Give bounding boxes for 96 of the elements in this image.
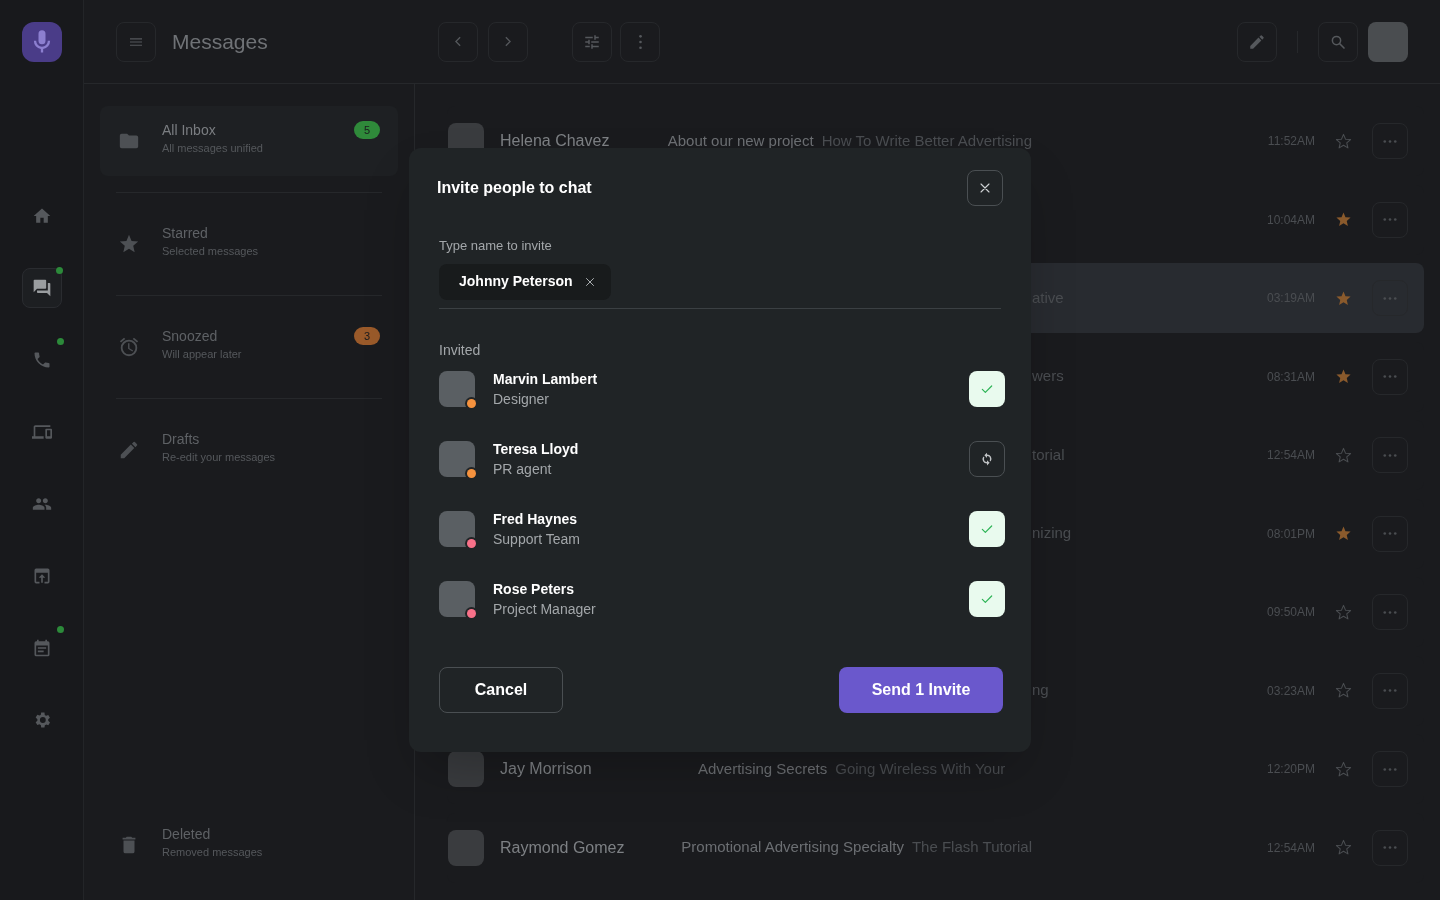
more-button[interactable]: [1372, 123, 1408, 159]
folder-item[interactable]: All Inbox All messages unified 5: [100, 106, 398, 176]
more-button[interactable]: [1372, 201, 1408, 238]
folder-subtitle: Will appear later: [162, 347, 243, 362]
star-icon[interactable]: [1335, 368, 1352, 385]
more-icon: [638, 34, 642, 49]
sender-name: Helena Chavez: [500, 131, 611, 151]
star-icon[interactable]: [1335, 525, 1352, 542]
more-button[interactable]: [1372, 515, 1408, 552]
message-subject: Advertising Secrets: [698, 758, 828, 779]
invited-check-button[interactable]: [969, 370, 1005, 407]
count-badge: 3: [353, 327, 380, 345]
star-outline-icon[interactable]: [1335, 760, 1352, 778]
more-icon: [1383, 767, 1397, 771]
star-outline-icon[interactable]: [1335, 682, 1352, 699]
star-outline-icon[interactable]: [1335, 446, 1352, 464]
more-icon: [1383, 689, 1397, 692]
folder-subtitle: Re-edit your messages: [162, 450, 277, 465]
pencil-icon: [118, 439, 140, 461]
more-button[interactable]: [1372, 280, 1408, 316]
close-button[interactable]: [967, 170, 1003, 206]
count-badge: 5: [353, 121, 380, 139]
more-button[interactable]: [1372, 672, 1408, 709]
rail-button[interactable]: [21, 268, 62, 308]
star-outline-icon[interactable]: [1335, 132, 1352, 150]
user-avatar[interactable]: [1368, 21, 1408, 62]
folder-title: All Inbox: [162, 121, 217, 140]
invited-check-button[interactable]: [969, 510, 1005, 547]
member-name: Marvin Lambert: [493, 369, 598, 389]
member-name: Fred Haynes: [493, 509, 579, 529]
member-role: Designer: [493, 389, 551, 409]
invite-field[interactable]: Type name to invite Johnny Peterson: [439, 236, 1001, 309]
cancel-button[interactable]: Cancel: [439, 666, 563, 713]
more-icon: [1383, 846, 1397, 849]
star-icon[interactable]: [1335, 289, 1352, 307]
member-role: Support Team: [493, 529, 580, 549]
message-subject: Promotional Advertising Specialty: [681, 837, 904, 858]
more-icon: [1383, 610, 1397, 614]
star-outline-icon[interactable]: [1335, 839, 1352, 856]
chevron-left-icon: [455, 36, 461, 47]
dialog-title: Invite people to chat: [437, 178, 592, 198]
more-icon: [1383, 375, 1397, 378]
sliders-icon: [583, 32, 601, 51]
filter-button[interactable]: [572, 21, 612, 62]
folder-subtitle: Removed messages: [162, 845, 264, 860]
section-label: Invited: [439, 340, 482, 360]
folder-item[interactable]: Deleted Removed messages: [100, 810, 398, 880]
more-button[interactable]: [1372, 751, 1408, 787]
page-title: Messages: [172, 28, 269, 55]
folder-title: Starred: [162, 224, 209, 243]
devices-icon: [31, 422, 52, 442]
sender-name: Raymond Gomez: [500, 837, 626, 858]
alarm-clock-icon: [118, 336, 140, 358]
message-subject: About our new project: [667, 130, 814, 151]
member-name: Rose Peters: [493, 579, 575, 599]
folder-title: Deleted: [162, 825, 212, 844]
more-icon: [1383, 139, 1397, 143]
more-button[interactable]: [1372, 358, 1408, 395]
more-button[interactable]: [620, 21, 660, 62]
more-icon: [1383, 296, 1397, 300]
more-button[interactable]: [1372, 829, 1408, 866]
more-button[interactable]: [1372, 437, 1408, 473]
pencil-icon: [1248, 32, 1266, 51]
star-outline-icon[interactable]: [1335, 603, 1352, 621]
folder-subtitle: Selected messages: [162, 244, 259, 259]
star-icon: [118, 233, 140, 255]
home-icon: [31, 206, 52, 226]
previous-button[interactable]: [438, 21, 478, 62]
chip-label: Johnny Peterson: [459, 272, 573, 291]
folder-subtitle: All messages unified: [162, 141, 264, 156]
folder-item[interactable]: Snoozed Will appear later 3: [100, 312, 398, 382]
more-icon: [1383, 453, 1397, 457]
member-role: Project Manager: [493, 599, 596, 619]
folder-item[interactable]: Starred Selected messages: [100, 209, 398, 279]
invited-check-button[interactable]: [969, 580, 1005, 617]
search-button[interactable]: [1318, 21, 1358, 62]
avatar-placeholder: [448, 751, 484, 787]
star-icon[interactable]: [1335, 211, 1352, 228]
field-label: Type name to invite: [439, 237, 553, 255]
chat-icon: [31, 278, 52, 298]
sender-name: Jay Morrison: [500, 759, 593, 779]
chevron-right-icon: [505, 36, 511, 47]
edit-button[interactable]: [1237, 21, 1277, 62]
more-icon: [1383, 532, 1397, 535]
next-button[interactable]: [488, 21, 528, 62]
menu-button[interactable]: [116, 21, 156, 62]
send-invite-button[interactable]: Send 1 Invite: [839, 666, 1003, 713]
folder-item[interactable]: Drafts Re-edit your messages: [100, 415, 398, 485]
avatar-placeholder: [448, 829, 484, 866]
folder-title: Drafts: [162, 430, 201, 449]
more-button[interactable]: [1372, 594, 1408, 630]
member-name: Teresa Lloyd: [493, 439, 579, 459]
more-icon: [1383, 218, 1397, 221]
folder-title: Snoozed: [162, 327, 219, 346]
resend-button[interactable]: [969, 440, 1005, 477]
member-role: PR agent: [493, 459, 553, 479]
